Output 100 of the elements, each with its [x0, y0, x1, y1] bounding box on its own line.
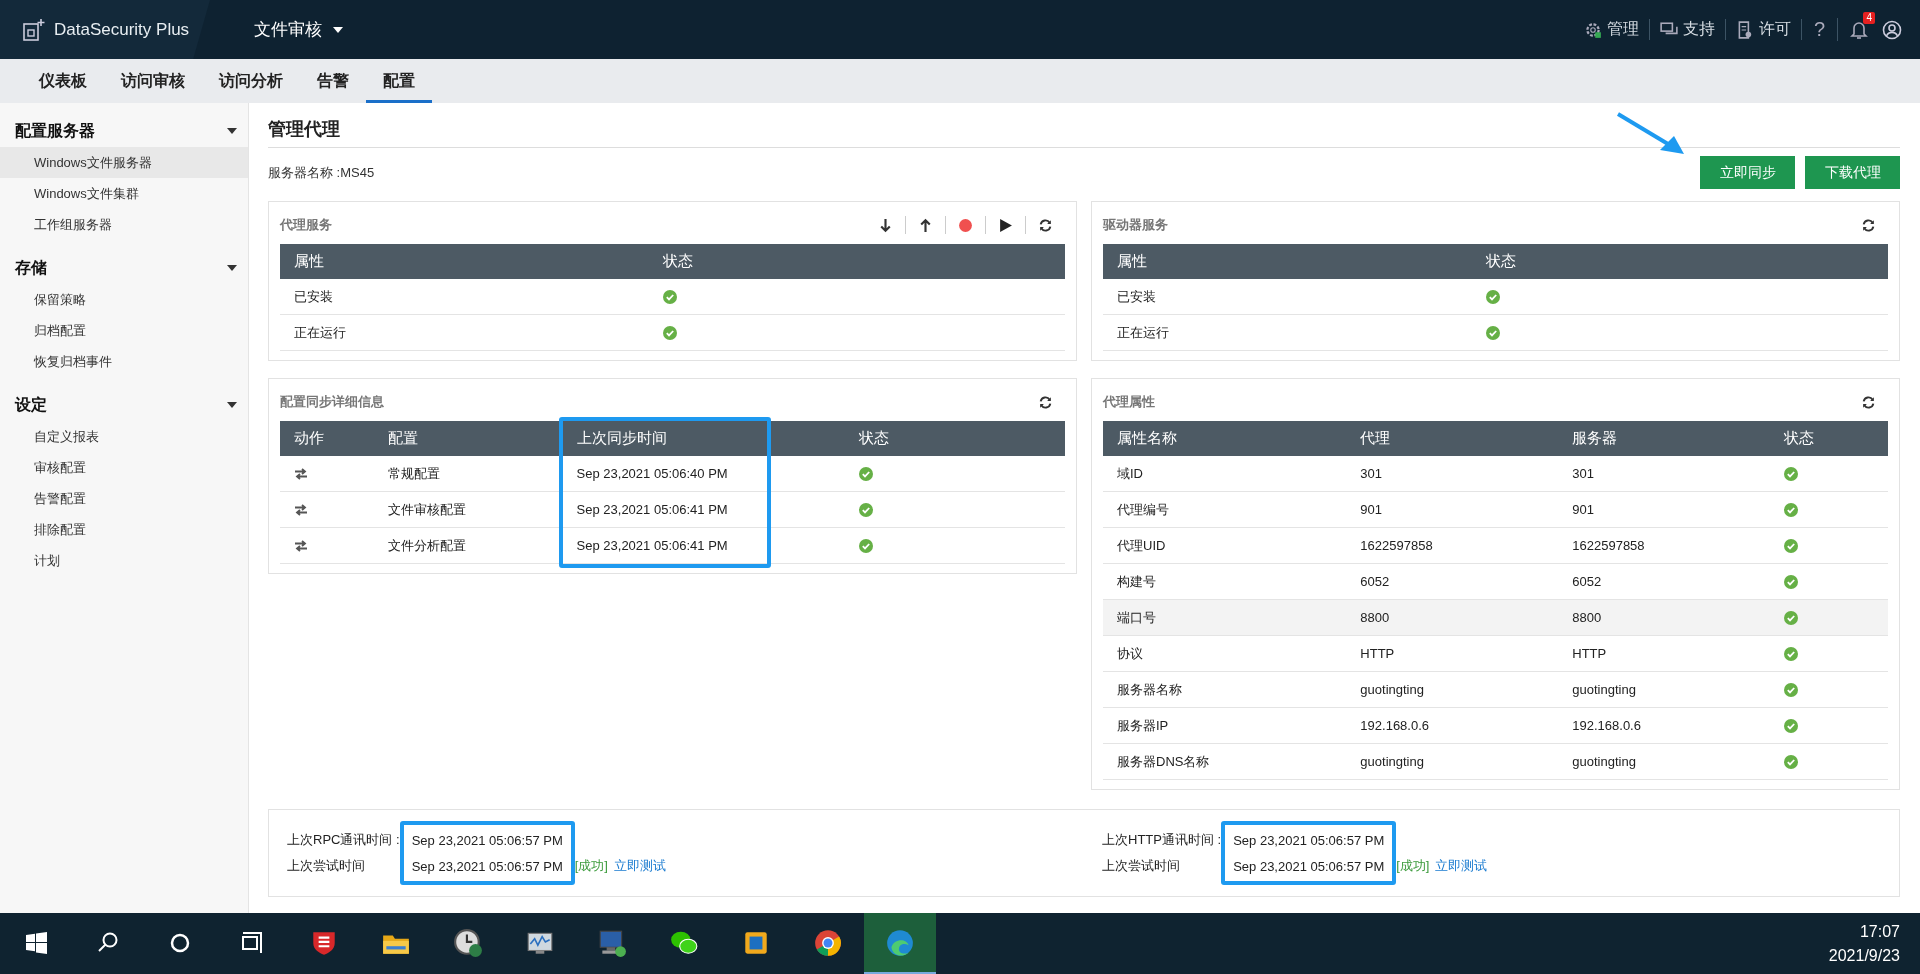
- swap-arrows-icon[interactable]: [294, 467, 308, 480]
- nav-tab[interactable]: 告警: [300, 62, 366, 103]
- column-header: 状态: [845, 421, 1065, 456]
- info-value: Sep 23,2021 05:06:57 PM: [410, 831, 564, 850]
- table-cell: 192.168.0.6: [1558, 707, 1771, 744]
- page-title: 管理代理: [268, 117, 1900, 148]
- help-link[interactable]: ?: [1801, 18, 1838, 41]
- table-cell: HTTP: [1558, 635, 1771, 672]
- logo-icon: [22, 17, 46, 42]
- table-cell: 端口号: [1103, 599, 1347, 636]
- sidebar-item[interactable]: 计划: [0, 545, 248, 576]
- status-text: [成功]: [1396, 857, 1431, 875]
- sidebar-item[interactable]: 告警配置: [0, 483, 248, 514]
- info-label: 上次尝试时间: [287, 857, 366, 875]
- round-browser-icon[interactable]: [815, 929, 841, 956]
- sidebar-item[interactable]: Windows文件集群: [0, 178, 248, 209]
- test-link[interactable]: 立即测试: [613, 857, 666, 875]
- gear-icon[interactable]: [1583, 20, 1602, 39]
- sidebar-section-title[interactable]: 配置服务器: [15, 120, 95, 142]
- caret-icon[interactable]: [226, 264, 238, 272]
- bell-icon[interactable]: [1850, 19, 1868, 40]
- table-cell: 8800: [1558, 599, 1771, 636]
- panel-title: 代理服务: [280, 216, 332, 234]
- table-cell: 协议: [1103, 635, 1347, 672]
- refresh-icon[interactable]: [1038, 217, 1053, 233]
- swap-arrows-icon[interactable]: [294, 539, 308, 552]
- table-cell: 301: [1558, 456, 1771, 492]
- column-header: 属性名称: [1103, 421, 1347, 456]
- swap-arrows-icon[interactable]: [294, 503, 308, 516]
- table-cell: 6052: [1346, 563, 1559, 600]
- table-cell: 服务器IP: [1103, 707, 1347, 744]
- column-header: 代理: [1346, 421, 1559, 456]
- module-dropdown[interactable]: 文件审核: [248, 17, 350, 42]
- sidebar-item[interactable]: 归档配置: [0, 315, 248, 346]
- sidebar-item[interactable]: 审核配置: [0, 452, 248, 483]
- panel-title: 代理属性: [1103, 393, 1155, 411]
- refresh-icon[interactable]: [1861, 394, 1876, 410]
- refresh-icon[interactable]: [1038, 394, 1053, 410]
- sidebar-item[interactable]: Windows文件服务器: [0, 147, 248, 178]
- panel-title: 配置同步详细信息: [280, 393, 384, 411]
- header-link[interactable]: 管理: [1573, 19, 1650, 40]
- product-name: DataSecurity Plus: [54, 19, 190, 40]
- column-header: 服务器: [1558, 421, 1771, 456]
- table-cell: 8800: [1346, 599, 1559, 636]
- monitor-chart-icon[interactable]: [527, 932, 553, 954]
- caret-icon[interactable]: [226, 127, 238, 135]
- info-value: Sep 23,2021 05:06:57 PM: [1232, 857, 1386, 876]
- sidebar-item[interactable]: 自定义报表: [0, 421, 248, 452]
- circle-icon[interactable]: [170, 933, 190, 952]
- folder-icon[interactable]: [383, 935, 409, 954]
- table-cell: guotingting: [1346, 671, 1559, 708]
- table-cell: Sep 23,2021 05:06:41 PM: [562, 491, 846, 528]
- info-label: 上次HTTP通讯时间 :: [1102, 831, 1222, 849]
- nav-tab[interactable]: 访问分析: [202, 62, 300, 103]
- nav-tab[interactable]: 访问审核: [104, 62, 202, 103]
- info-label: 上次尝试时间: [1102, 857, 1181, 875]
- sidebar-section-title[interactable]: 设定: [15, 394, 47, 416]
- search-icon[interactable]: [98, 932, 118, 952]
- sidebar-section-title[interactable]: 存储: [15, 257, 47, 279]
- test-link[interactable]: 立即测试: [1435, 857, 1488, 875]
- table-cell: 文件分析配置: [374, 527, 563, 564]
- play-icon[interactable]: [998, 217, 1013, 233]
- shield-icon[interactable]: [313, 931, 335, 955]
- wave-browser-icon[interactable]: [887, 929, 913, 956]
- header-link[interactable]: 支持: [1649, 19, 1726, 40]
- task-view-icon[interactable]: [242, 931, 262, 954]
- record-icon[interactable]: [958, 217, 973, 233]
- up-arrow-icon[interactable]: [918, 217, 933, 233]
- info-value: Sep 23,2021 05:06:57 PM: [410, 857, 564, 876]
- info-value: Sep 23,2021 05:06:57 PM: [1232, 831, 1386, 850]
- windows-logo-icon[interactable]: [26, 931, 47, 954]
- chat-bubbles-icon[interactable]: [671, 931, 698, 954]
- action-button[interactable]: 立即同步: [1700, 156, 1795, 189]
- header-link[interactable]: 许可: [1725, 19, 1802, 40]
- server-name: 服务器名称 :MS45: [268, 163, 375, 182]
- sidebar-item[interactable]: 恢复归档事件: [0, 346, 248, 377]
- caret-icon[interactable]: [226, 401, 238, 409]
- caret-icon[interactable]: [332, 25, 344, 34]
- computer-icon[interactable]: [599, 930, 626, 957]
- column-header: 状态: [1770, 421, 1888, 456]
- table-cell: 正在运行: [280, 314, 649, 351]
- refresh-icon[interactable]: [1861, 217, 1876, 233]
- clock-time: 17:07: [1858, 921, 1900, 942]
- action-button[interactable]: 下载代理: [1805, 156, 1900, 189]
- column-header: 状态: [648, 244, 1065, 279]
- column-header: 上次同步时间: [562, 421, 846, 456]
- user-icon[interactable]: [1882, 19, 1902, 40]
- nav-tab[interactable]: 仪表板: [22, 62, 104, 103]
- table-cell: 1622597858: [1558, 527, 1771, 564]
- table-cell: HTTP: [1346, 635, 1559, 672]
- cube-icon[interactable]: [745, 931, 767, 954]
- sidebar-item[interactable]: 排除配置: [0, 514, 248, 545]
- sidebar-item[interactable]: 保留策略: [0, 284, 248, 315]
- down-arrow-icon[interactable]: [878, 217, 893, 233]
- table-cell: 192.168.0.6: [1346, 707, 1559, 744]
- table-cell: 代理UID: [1103, 527, 1347, 564]
- clock-icon[interactable]: [454, 928, 482, 957]
- nav-tab[interactable]: 配置: [366, 62, 432, 103]
- sidebar-item[interactable]: 工作组服务器: [0, 209, 248, 240]
- clock-date: 2021/9/23: [1828, 945, 1900, 966]
